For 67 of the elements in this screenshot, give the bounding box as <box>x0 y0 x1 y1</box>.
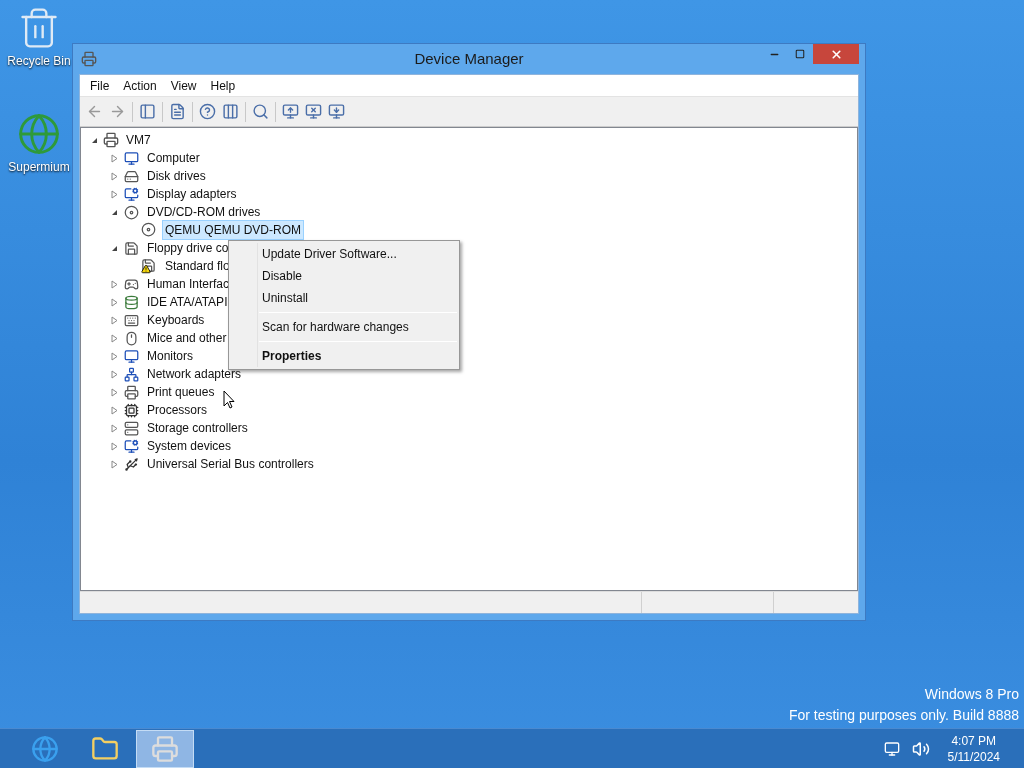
tree-item[interactable]: Keyboards <box>144 310 208 330</box>
menu-item[interactable]: Help <box>203 76 243 95</box>
mouse-icon <box>124 330 139 346</box>
maximize-icon <box>795 49 805 59</box>
close-button[interactable] <box>813 44 859 64</box>
context-menu-item[interactable]: Properties <box>229 345 459 367</box>
tree-item[interactable]: Print queues <box>144 382 218 402</box>
context-menu-item[interactable]: Scan for hardware changes <box>229 316 459 338</box>
printer-icon <box>124 384 139 400</box>
floppy-icon <box>124 240 139 256</box>
tree-item[interactable]: Display adapters <box>144 184 240 204</box>
properties-icon[interactable] <box>169 103 186 120</box>
keyboard-icon <box>124 312 139 328</box>
tree-item[interactable]: IDE ATA/ATAPI <box>144 292 231 312</box>
help-icon[interactable] <box>199 103 216 120</box>
tree-item[interactable]: Computer <box>144 148 203 168</box>
menu-item[interactable]: View <box>163 76 204 95</box>
context-menu-item[interactable]: Update Driver Software... <box>229 243 459 265</box>
browser-icon <box>31 734 59 763</box>
tree-item[interactable]: Disk drives <box>144 166 209 186</box>
collapse-arrow-icon[interactable] <box>111 208 118 216</box>
tree-item[interactable]: QEMU QEMU DVD-ROM <box>162 220 304 240</box>
folder-icon <box>91 734 119 763</box>
tree-item[interactable]: VM7 <box>124 131 153 149</box>
tree-item[interactable]: Mice and other <box>144 328 230 348</box>
tree-item[interactable]: Storage controllers <box>144 418 251 438</box>
network-icon[interactable] <box>883 740 900 757</box>
app-icon <box>81 51 97 67</box>
clock-date[interactable]: 5/11/2024 <box>947 748 1000 765</box>
display-icon <box>124 186 139 202</box>
action-pane-icon[interactable] <box>222 103 239 120</box>
taskbar-button[interactable] <box>136 729 194 768</box>
close-icon <box>829 47 843 61</box>
storage-icon <box>124 420 139 436</box>
back-icon[interactable] <box>86 103 103 120</box>
menu-item[interactable]: File <box>83 76 117 95</box>
tree-item[interactable]: DVD/CD-ROM drives <box>144 202 264 222</box>
floppy-icon <box>141 258 156 273</box>
collapse-arrow-icon[interactable] <box>111 244 118 252</box>
tree-item[interactable]: Universal Serial Bus controllers <box>144 454 317 474</box>
network-icon <box>124 366 139 382</box>
tree-item[interactable]: System devices <box>144 436 235 456</box>
tree-item[interactable]: Floppy drive co <box>144 238 232 258</box>
console-tree-icon[interactable] <box>139 103 156 120</box>
usb-icon <box>124 456 139 472</box>
build-text: For testing purposes only. Build 8888 <box>788 706 1019 725</box>
scan-icon[interactable] <box>252 103 269 120</box>
tree-item[interactable]: Monitors <box>144 346 196 366</box>
collapse-arrow-icon[interactable] <box>91 136 98 144</box>
menu-item[interactable]: Action <box>116 76 164 95</box>
forward-icon[interactable] <box>109 103 126 120</box>
window-title: Device Manager <box>414 48 524 69</box>
system-icon <box>124 438 139 454</box>
enable-icon[interactable] <box>328 103 345 120</box>
tree-item[interactable]: Processors <box>144 400 211 420</box>
mouse-pointer-icon <box>223 390 235 409</box>
device-icon <box>124 276 139 292</box>
monitor-icon <box>124 348 139 364</box>
edition-text: Windows 8 Pro <box>924 685 1019 704</box>
uninstall-icon[interactable] <box>305 103 322 120</box>
disc-drive-icon <box>124 204 139 220</box>
clock-time[interactable]: 4:07 PM <box>951 732 997 749</box>
processor-icon <box>124 402 139 418</box>
disc-drive-icon <box>141 222 156 237</box>
update-driver-icon[interactable] <box>282 103 299 120</box>
drive-icon <box>124 168 139 184</box>
tree-item[interactable]: Network adapters <box>144 364 245 384</box>
